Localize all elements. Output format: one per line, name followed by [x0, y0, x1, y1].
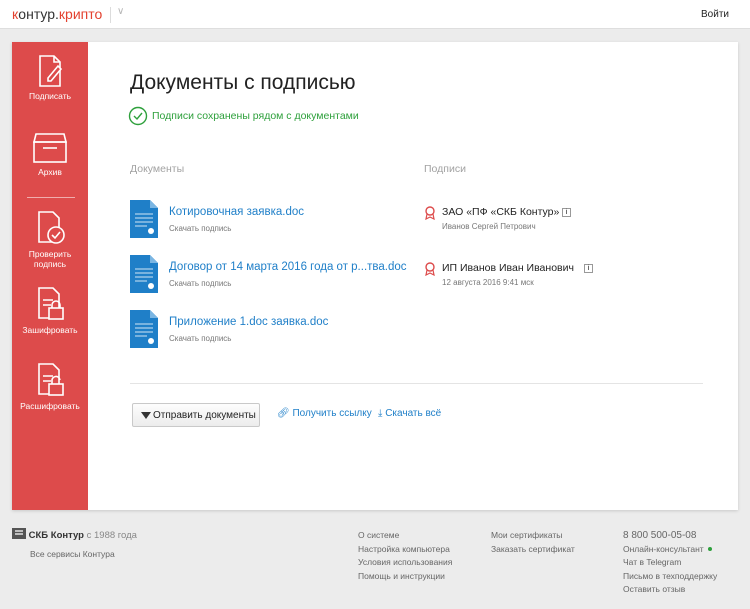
- page-title: Документы с подписью: [130, 71, 356, 94]
- download-all-button[interactable]: ⤓ Скачать всё: [378, 408, 441, 419]
- logo-kontur: онтур.: [18, 6, 59, 22]
- document-name-link[interactable]: Приложение 1.doc заявка.doc: [169, 316, 328, 328]
- footer-link-help[interactable]: Помощь и инструкции: [358, 570, 452, 584]
- send-documents-label: Отправить документы: [153, 410, 256, 421]
- sidebar-item-verify[interactable]: Проверить подпись: [12, 210, 88, 269]
- sidebar-item-label: Зашифровать: [22, 325, 78, 335]
- signer-detail: Иванов Сергей Петрович: [442, 222, 536, 231]
- info-icon[interactable]: i: [584, 264, 593, 273]
- divider: [130, 383, 703, 384]
- main-card: Подписать Архив Проверить подпись Зашифр…: [12, 42, 738, 510]
- online-status-dot: [707, 547, 712, 552]
- send-icon: [141, 412, 151, 419]
- document-file-icon: [130, 255, 158, 293]
- download-all-label: Скачать всё: [385, 408, 442, 419]
- sidebar-item-encrypt[interactable]: Зашифровать: [12, 286, 88, 335]
- footer-link-setup[interactable]: Настройка компьютера: [358, 543, 452, 557]
- document-name-link[interactable]: Договор от 14 марта 2016 года от р...тва…: [169, 261, 407, 273]
- sidebar-divider: [27, 197, 75, 198]
- sign-document-icon: [39, 55, 63, 87]
- logo-divider: [110, 7, 111, 23]
- sidebar-item-label: Подписать: [28, 91, 72, 101]
- signature-item: ИП Иванов Иван Иванович i 12 августа 201…: [424, 261, 724, 291]
- download-signature-link[interactable]: Скачать подпись: [169, 224, 231, 233]
- decrypt-icon: [38, 363, 64, 396]
- get-link-label: Получить ссылку: [292, 408, 372, 419]
- footer-column-1: О системе Настройка компьютера Условия и…: [358, 529, 452, 583]
- document-file-icon: [130, 310, 158, 348]
- documents-column-header: Документы: [130, 163, 185, 175]
- footer-link-about[interactable]: О системе: [358, 529, 452, 543]
- download-signature-link[interactable]: Скачать подпись: [169, 279, 231, 288]
- sidebar-item-archive[interactable]: Архив: [12, 132, 88, 177]
- document-item: Котировочная заявка.doc Скачать подпись: [130, 200, 415, 240]
- signer-name: ЗАО «ПФ «СКБ Контур»: [442, 206, 560, 218]
- signer-name: ИП Иванов Иван Иванович: [442, 262, 574, 274]
- footer-since: с 1988 года: [86, 530, 137, 541]
- all-services-link[interactable]: Все сервисы Контура: [30, 549, 115, 559]
- footer-link-order-certificate[interactable]: Заказать сертификат: [491, 543, 575, 557]
- content-area: Документы с подписью Подписи сохранены р…: [88, 42, 738, 510]
- certificate-badge-icon: [425, 262, 435, 276]
- footer-link-support-email[interactable]: Письмо в техподдержку: [623, 570, 717, 584]
- download-signature-link[interactable]: Скачать подпись: [169, 334, 231, 343]
- top-bar: контур.крипто ∨ Войти: [0, 0, 750, 29]
- info-icon[interactable]: i: [562, 208, 571, 217]
- encrypt-icon: [38, 287, 64, 320]
- success-text: Подписи сохранены рядом с документами: [152, 110, 359, 122]
- signature-item: ЗАО «ПФ «СКБ Контур» i Иванов Сергей Пет…: [424, 205, 724, 235]
- link-icon: 🔗︎: [277, 408, 290, 419]
- signatures-column-header: Подписи: [424, 163, 466, 175]
- footer-brand: СКБ Контур с 1988 года: [12, 528, 137, 541]
- online-consultant-label: Онлайн-консультант: [623, 543, 704, 554]
- footer-link-terms[interactable]: Условия использования: [358, 556, 452, 570]
- kontur-crypto-logo[interactable]: контур.крипто: [12, 6, 102, 22]
- document-item: Договор от 14 марта 2016 года от р...тва…: [130, 255, 415, 295]
- document-file-icon: [130, 200, 158, 238]
- footer: СКБ Контур с 1988 года Все сервисы Конту…: [0, 518, 750, 609]
- archive-icon: [32, 133, 68, 163]
- certificate-badge-icon: [425, 206, 435, 220]
- send-documents-button[interactable]: Отправить документы: [132, 403, 260, 427]
- document-name-link[interactable]: Котировочная заявка.doc: [169, 206, 304, 218]
- footer-link-my-certificates[interactable]: Мои сертификаты: [491, 529, 575, 543]
- verify-signature-icon: [38, 211, 65, 244]
- sidebar-item-decrypt[interactable]: Расшифровать: [12, 362, 88, 411]
- skb-kontur-logo-icon: [12, 528, 26, 539]
- sidebar-item-sign[interactable]: Подписать: [12, 54, 88, 101]
- footer-brand-name: СКБ Контур: [28, 530, 84, 541]
- footer-phone[interactable]: 8 800 500-05-08: [623, 529, 717, 543]
- sidebar-item-label: Проверить подпись: [28, 249, 72, 269]
- footer-column-2: Мои сертификаты Заказать сертификат: [491, 529, 575, 556]
- logo-product: крипто: [58, 6, 103, 22]
- signer-detail: 12 августа 2016 9:41 мск: [442, 278, 534, 287]
- sidebar-item-label: Архив: [38, 167, 62, 177]
- footer-column-3: 8 800 500-05-08 Онлайн-консультант Чат в…: [623, 529, 717, 597]
- get-link-button[interactable]: 🔗︎ Получить ссылку: [277, 408, 372, 419]
- footer-link-telegram[interactable]: Чат в Telegram: [623, 556, 717, 570]
- sidebar: Подписать Архив Проверить подпись Зашифр…: [12, 42, 88, 510]
- download-icon: ⤓: [378, 408, 383, 419]
- sidebar-item-label: Расшифровать: [20, 401, 80, 411]
- login-link[interactable]: Войти: [701, 9, 729, 20]
- document-item: Приложение 1.doc заявка.doc Скачать подп…: [130, 310, 415, 350]
- footer-link-feedback[interactable]: Оставить отзыв: [623, 583, 717, 597]
- check-circle-icon: [128, 106, 148, 126]
- chevron-down-icon[interactable]: ∨: [117, 6, 124, 17]
- footer-link-online-consultant[interactable]: Онлайн-консультант: [623, 543, 717, 557]
